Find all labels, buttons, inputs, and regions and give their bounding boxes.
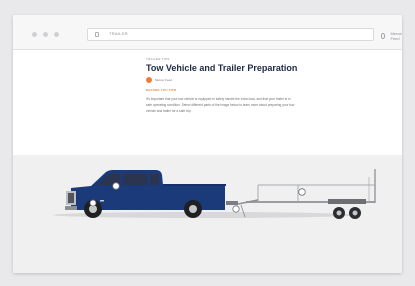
maximize-dot-icon[interactable] [54, 32, 59, 37]
truck-wheel-hotspot-icon[interactable] [89, 199, 97, 207]
truck[interactable] [65, 170, 226, 218]
illustration-stage [13, 155, 402, 273]
close-dot-icon[interactable] [32, 32, 37, 37]
settings-icon[interactable] [381, 33, 386, 39]
truck-trailer-illustration [53, 169, 376, 219]
minimize-dot-icon[interactable] [43, 32, 48, 37]
account-label: Mercer Feed [390, 31, 402, 41]
address-text: TRAILER [109, 31, 128, 36]
browser-window: TRAILER Mercer Feed TRAILER TIPS Tow Veh… [13, 15, 402, 273]
toolbar-account[interactable]: Mercer Feed [381, 31, 402, 41]
section-label: BEFORE YOU TOW [146, 88, 177, 92]
address-bar[interactable]: TRAILER [87, 28, 374, 41]
avatar [146, 77, 152, 83]
trailer-deck-hotspot-icon[interactable] [298, 188, 306, 196]
trailer[interactable] [237, 169, 376, 219]
page-title: Tow Vehicle and Trailer Preparation [146, 63, 298, 73]
author-line: Mercer Feed [146, 77, 172, 83]
browser-toolbar: TRAILER Mercer Feed [13, 15, 402, 50]
window-controls [32, 32, 59, 37]
lock-icon [95, 32, 99, 37]
author-name: Mercer Feed [155, 78, 173, 82]
article-header: TRAILER TIPS Tow Vehicle and Trailer Pre… [13, 50, 402, 155]
article-kicker: TRAILER TIPS [146, 57, 170, 61]
truck-cab-hotspot-icon[interactable] [112, 182, 120, 190]
article-description: It's important that your tow vehicle is … [146, 97, 295, 113]
hitch-hotspot-icon[interactable] [232, 205, 240, 213]
